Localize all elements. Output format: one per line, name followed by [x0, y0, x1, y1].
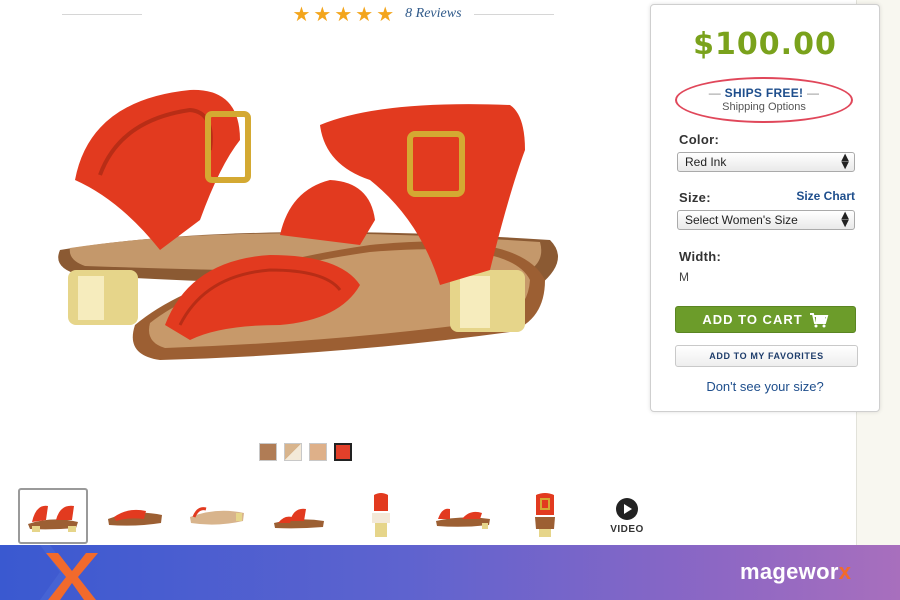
shipping-options-link[interactable]: Shipping Options	[677, 101, 851, 113]
color-swatches	[259, 442, 353, 462]
divider-right	[473, 13, 554, 15]
size-chart-link[interactable]: Size Chart	[796, 189, 855, 203]
add-to-cart-button[interactable]: ADD TO CART	[675, 306, 856, 333]
sandal-thumbnail	[372, 493, 390, 537]
size-select[interactable]: Select Women's Size ▲ ▼	[677, 210, 855, 230]
star-icon: ★	[376, 2, 395, 26]
video-thumbnail[interactable]: VIDEO	[592, 488, 662, 544]
thumbnail-back-view[interactable]	[510, 488, 580, 544]
select-arrows-icon: ▲ ▼	[841, 152, 849, 171]
cart-icon	[809, 312, 828, 327]
divider-left	[62, 13, 143, 15]
star-icon: ★	[355, 2, 374, 26]
swatch-natural[interactable]	[284, 443, 302, 461]
brand-name-accent: x	[838, 559, 852, 584]
reviews-link[interactable]: 8 Reviews	[405, 6, 461, 22]
rating-header: ★ ★ ★ ★ ★ 8 Reviews	[62, 0, 554, 28]
select-arrows-icon: ▲ ▼	[841, 210, 849, 229]
sandal-thumbnail	[108, 509, 162, 526]
ships-free-label: SHIPS FREE!	[724, 86, 804, 100]
add-to-favorites-button[interactable]: ADD TO MY FAVORITES	[675, 345, 858, 367]
ships-free-badge[interactable]: — SHIPS FREE! — Shipping Options	[675, 77, 853, 123]
thumbnail-heel-view[interactable]	[346, 488, 416, 544]
add-to-cart-label: ADD TO CART	[702, 312, 803, 327]
thumbnail-outer-side-view[interactable]	[428, 488, 498, 544]
dont-see-size-link[interactable]: Don't see your size?	[651, 379, 879, 394]
price: $100.00	[693, 27, 837, 62]
size-label: Size:	[679, 190, 711, 205]
width-value: M	[679, 270, 689, 284]
sandal-thumbnail	[436, 508, 490, 529]
sandal-thumbnail	[535, 493, 555, 537]
color-select[interactable]: Red Ink ▲ ▼	[677, 152, 855, 172]
size-select-value: Select Women's Size	[685, 213, 798, 227]
thumbnail-sole-view[interactable]	[182, 488, 252, 544]
play-icon	[616, 497, 638, 520]
sandal-thumbnail	[190, 507, 244, 525]
brand-name: magewor	[740, 559, 839, 584]
dash-right: —	[806, 86, 820, 100]
product-image[interactable]	[40, 70, 580, 390]
thumbnail-side-view[interactable]	[100, 488, 170, 544]
color-label: Color:	[679, 132, 720, 147]
swatch-red-ink[interactable]	[333, 442, 353, 462]
thumbnail-strip: VIDEO	[18, 488, 662, 544]
video-label: VIDEO	[610, 523, 644, 535]
swatch-light-tan[interactable]	[309, 443, 327, 461]
buy-box: $100.00 — SHIPS FREE! — Shipping Options…	[650, 4, 880, 412]
brand-wordmark: mageworx	[740, 559, 851, 585]
thumbnail-angle-view[interactable]	[18, 488, 88, 544]
thumbnail-front-view[interactable]	[264, 488, 334, 544]
star-icon: ★	[313, 2, 332, 26]
swatch-tan[interactable]	[259, 443, 277, 461]
star-icon: ★	[334, 2, 353, 26]
color-select-value: Red Ink	[685, 155, 727, 169]
sandal-thumbnail	[274, 508, 324, 529]
brand-x-logo-icon	[40, 545, 98, 600]
star-icon: ★	[292, 2, 311, 26]
star-rating[interactable]: ★ ★ ★ ★ ★	[292, 4, 397, 24]
sandal-thumbnail	[28, 505, 78, 532]
dash-left: —	[708, 86, 722, 100]
width-label: Width:	[679, 249, 722, 264]
brand-banner: mageworx	[0, 545, 900, 600]
